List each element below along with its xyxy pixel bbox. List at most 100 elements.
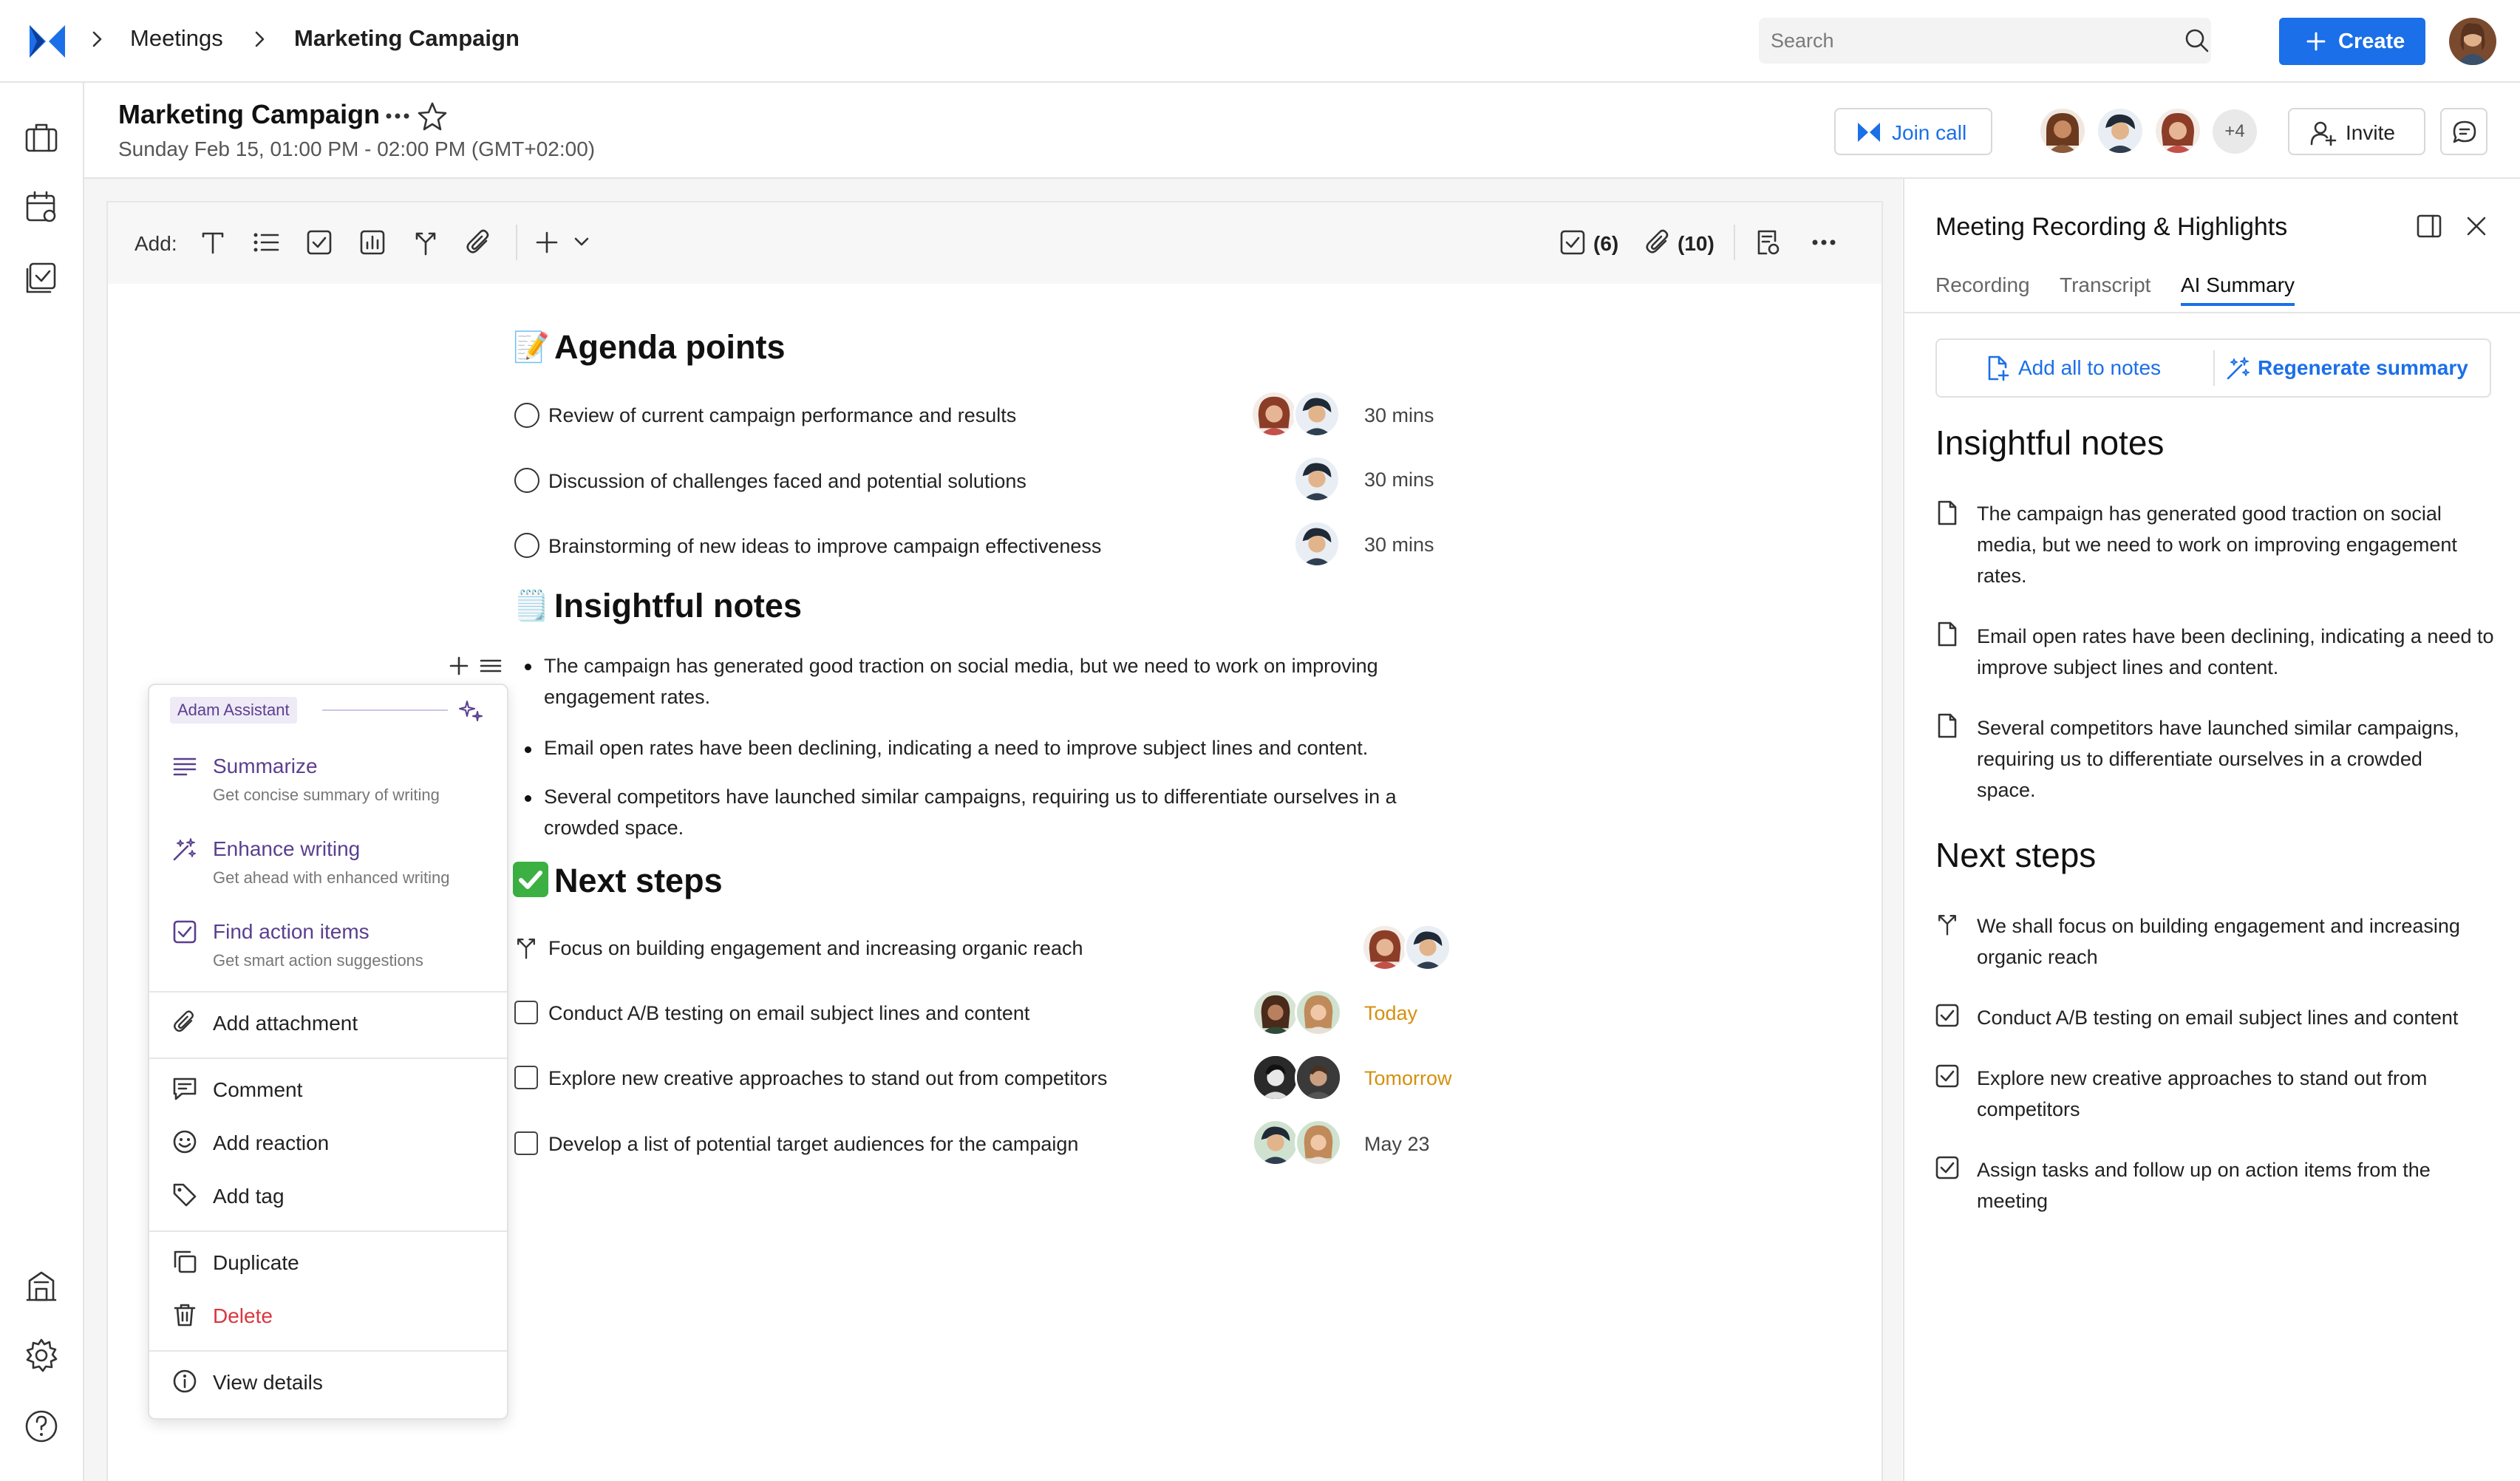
plus-icon[interactable] [532,228,562,257]
attachments-count[interactable]: (10) [1678,232,1714,256]
star-icon[interactable] [417,101,448,132]
assignee-avatar[interactable] [1293,455,1341,503]
step-checkbox[interactable] [514,1131,538,1155]
step-due-date[interactable]: May 23 [1364,1133,1430,1156]
step-due-date[interactable]: Tomorrow [1364,1067,1452,1090]
summary-step-text: Conduct A/B testing on email subject lin… [1977,1007,2459,1029]
more-participants-badge[interactable]: +4 [2213,109,2257,154]
invite-button[interactable]: Invite [2288,108,2425,155]
tabs-divider [1904,312,2520,313]
decision-icon [513,934,539,961]
list-icon[interactable] [251,228,281,257]
document-settings-icon[interactable] [1753,228,1782,257]
user-avatar[interactable] [2449,18,2496,65]
more-options-icon[interactable] [1809,232,1839,253]
briefcase-icon[interactable] [24,120,59,155]
editor-toolbar: Add: (6) (10) [108,202,1882,284]
duplicate-option[interactable]: Duplicate [149,1239,507,1287]
assignee-avatar[interactable] [1404,924,1451,971]
steps-heading: Next steps [554,862,723,899]
find-action-items-label: Find action items [213,920,370,943]
bullet [525,746,531,753]
duplicate-label: Duplicate [213,1251,299,1274]
building-icon[interactable] [24,1268,59,1304]
drag-handle-icon[interactable] [479,655,503,677]
decision-icon[interactable] [411,228,440,257]
summary-note-text: improve subject lines and content. [1977,656,2279,678]
add-reaction-option[interactable]: Add reaction [149,1120,507,1167]
breadcrumb-meetings[interactable]: Meetings [130,25,223,52]
assignee-avatar[interactable] [1252,1054,1299,1101]
agenda-duration: 30 mins [1364,404,1434,426]
summarize-option[interactable]: Summarize Get concise summary of writing [149,744,507,818]
tasks-count[interactable]: (6) [1593,232,1618,256]
block-add-icon[interactable] [448,655,470,677]
summary-step-text: We shall focus on building engagement an… [1977,915,2460,937]
assignee-avatar[interactable] [1293,520,1341,568]
assignee-avatar[interactable] [1252,989,1299,1036]
more-options-icon[interactable] [383,105,412,127]
participant-avatar[interactable] [2038,106,2087,155]
tasks-count-icon[interactable] [1558,228,1587,257]
join-call-button[interactable]: Join call [1834,108,1992,155]
assignee-avatar[interactable] [1252,1119,1299,1166]
assignee-avatar[interactable] [1295,1119,1342,1166]
participant-avatar[interactable] [2153,106,2202,155]
assignee-avatar[interactable] [1293,390,1341,438]
close-icon[interactable] [2462,211,2491,241]
add-tag-option[interactable]: Add tag [149,1173,507,1220]
add-attachment-label: Add attachment [213,1012,358,1035]
toolbar-divider [516,225,517,260]
summary-step-text: meeting [1977,1190,2049,1212]
attachment-count-icon[interactable] [1644,228,1673,257]
enhance-writing-label: Enhance writing [213,837,361,860]
view-details-option[interactable]: View details [149,1359,507,1406]
chat-button[interactable] [2440,108,2487,155]
text-icon[interactable] [198,228,228,257]
tasks-icon[interactable] [24,260,59,296]
tab-recording[interactable]: Recording [1935,273,2030,297]
calendar-icon[interactable] [24,189,59,225]
left-sidebar [0,83,84,1481]
regenerate-summary-button[interactable]: Regenerate summary [2215,340,2490,396]
assignee-avatar[interactable] [1250,390,1298,438]
assignee-avatar[interactable] [1295,1054,1342,1101]
duplicate-icon [171,1248,198,1275]
note-doc-icon [1934,712,1961,739]
tab-transcript[interactable]: Transcript [2060,273,2150,297]
step-checkbox[interactable] [514,1066,538,1089]
tab-ai-summary[interactable]: AI Summary [2181,273,2295,297]
help-icon[interactable] [24,1409,59,1444]
create-button[interactable]: Create [2279,18,2425,65]
panel-title: Meeting Recording & Highlights [1935,213,2288,241]
settings-icon[interactable] [24,1338,59,1373]
breadcrumb-current: Marketing Campaign [294,25,520,51]
find-action-items-option[interactable]: Find action items Get smart action sugge… [149,910,507,984]
magic-wand-icon [2225,355,2252,381]
enhance-writing-option[interactable]: Enhance writing Get ahead with enhanced … [149,827,507,901]
notes-heading: Insightful notes [554,587,802,624]
search-input[interactable]: Search [1759,18,2211,64]
summarize-label: Summarize [213,755,318,777]
step-due-date[interactable]: Today [1364,1002,1417,1025]
comment-option[interactable]: Comment [149,1066,507,1114]
chart-icon[interactable] [358,228,387,257]
enhance-writing-description: Get ahead with enhanced writing [213,868,450,887]
assignee-avatar[interactable] [1361,924,1409,971]
attachment-icon[interactable] [464,228,494,257]
agenda-heading: Agenda points [554,328,786,366]
agenda-radio[interactable] [514,468,539,493]
agenda-radio[interactable] [514,403,539,428]
step-checkbox[interactable] [514,1001,538,1024]
checkbox-icon[interactable] [304,228,334,257]
summary-actions: Add all to notes Regenerate summary [1935,338,2491,398]
participant-avatar[interactable] [2096,106,2145,155]
add-attachment-option[interactable]: Add attachment [149,1000,507,1047]
sidebar-toggle-icon[interactable] [2414,211,2444,241]
app-logo[interactable] [27,21,68,62]
chevron-down-icon[interactable] [571,231,593,253]
delete-option[interactable]: Delete [149,1293,507,1340]
add-all-to-notes-button[interactable]: Add all to notes [1937,340,2213,396]
agenda-radio[interactable] [514,533,539,558]
assignee-avatar[interactable] [1295,989,1342,1036]
